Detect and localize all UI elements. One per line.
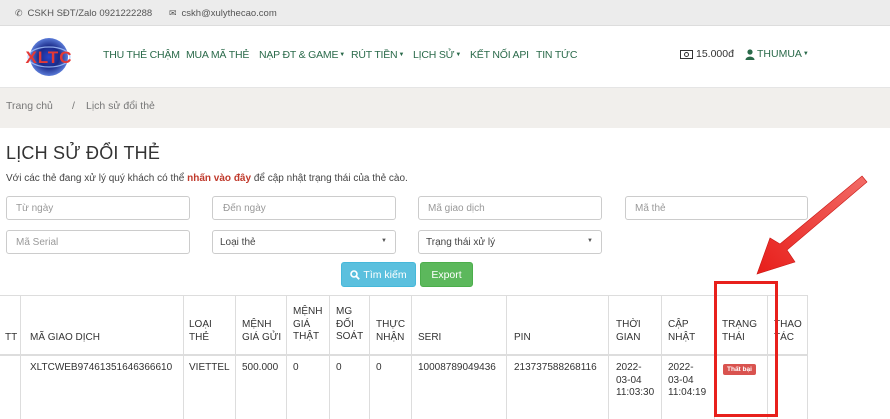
annotation-arrow-icon [756, 175, 868, 275]
page: ✆ CSKH SĐT/Zalo 0921222288 ✉ cskh@xulyth… [0, 0, 890, 419]
